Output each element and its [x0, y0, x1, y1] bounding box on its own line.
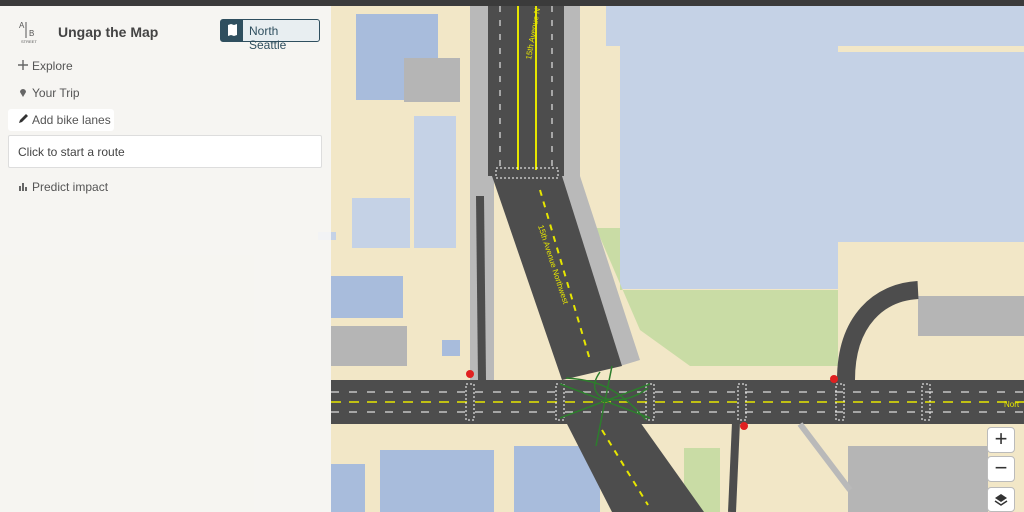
- building: [838, 52, 1024, 242]
- route-prompt: Click to start a route: [18, 145, 125, 159]
- building: [620, 6, 838, 289]
- building: [442, 340, 460, 356]
- map-icon: [221, 20, 243, 41]
- nav-label: Predict impact: [32, 180, 109, 194]
- traffic-signal[interactable]: [830, 375, 838, 383]
- nav-add-bike-lanes[interactable]: Add bike lanes: [8, 109, 114, 131]
- pin-icon: [20, 89, 26, 97]
- building: [331, 276, 403, 318]
- svg-text:A: A: [19, 21, 25, 30]
- pencil-icon: [19, 114, 28, 123]
- sidebar-panel: A B STREET Ungap the Map North Seattle E…: [0, 6, 331, 512]
- building: [380, 450, 494, 512]
- parking-lot: [848, 446, 988, 512]
- minor-road: [476, 195, 486, 381]
- route-start-box[interactable]: Click to start a route: [8, 135, 322, 168]
- layers-icon: [994, 494, 1008, 506]
- road-15th-ave: [488, 6, 564, 176]
- parking-structure: [404, 58, 460, 102]
- zoom-in-button[interactable]: +: [987, 427, 1015, 453]
- building: [414, 116, 456, 248]
- street-label: Nort: [1004, 400, 1020, 409]
- traffic-signal[interactable]: [466, 370, 474, 378]
- building: [352, 198, 410, 248]
- svg-text:STREET: STREET: [21, 39, 37, 44]
- nav-label: Add bike lanes: [32, 113, 111, 127]
- region-select-button[interactable]: North Seattle: [220, 19, 320, 52]
- app-title: Ungap the Map: [58, 24, 159, 40]
- building: [331, 464, 365, 512]
- layers-button[interactable]: [987, 487, 1015, 512]
- building: [918, 296, 1024, 336]
- building: [331, 326, 407, 366]
- bar-chart-icon: [19, 183, 27, 191]
- minor-road: [728, 421, 740, 512]
- move-icon: [18, 60, 28, 70]
- zoom-out-button[interactable]: −: [987, 456, 1015, 482]
- region-label: North Seattle: [249, 24, 287, 52]
- a-b-street-logo: A B STREET: [19, 21, 37, 44]
- nav-label: Explore: [32, 59, 73, 73]
- nav-label: Your Trip: [32, 86, 80, 100]
- svg-text:B: B: [29, 29, 34, 38]
- traffic-signal[interactable]: [740, 422, 748, 430]
